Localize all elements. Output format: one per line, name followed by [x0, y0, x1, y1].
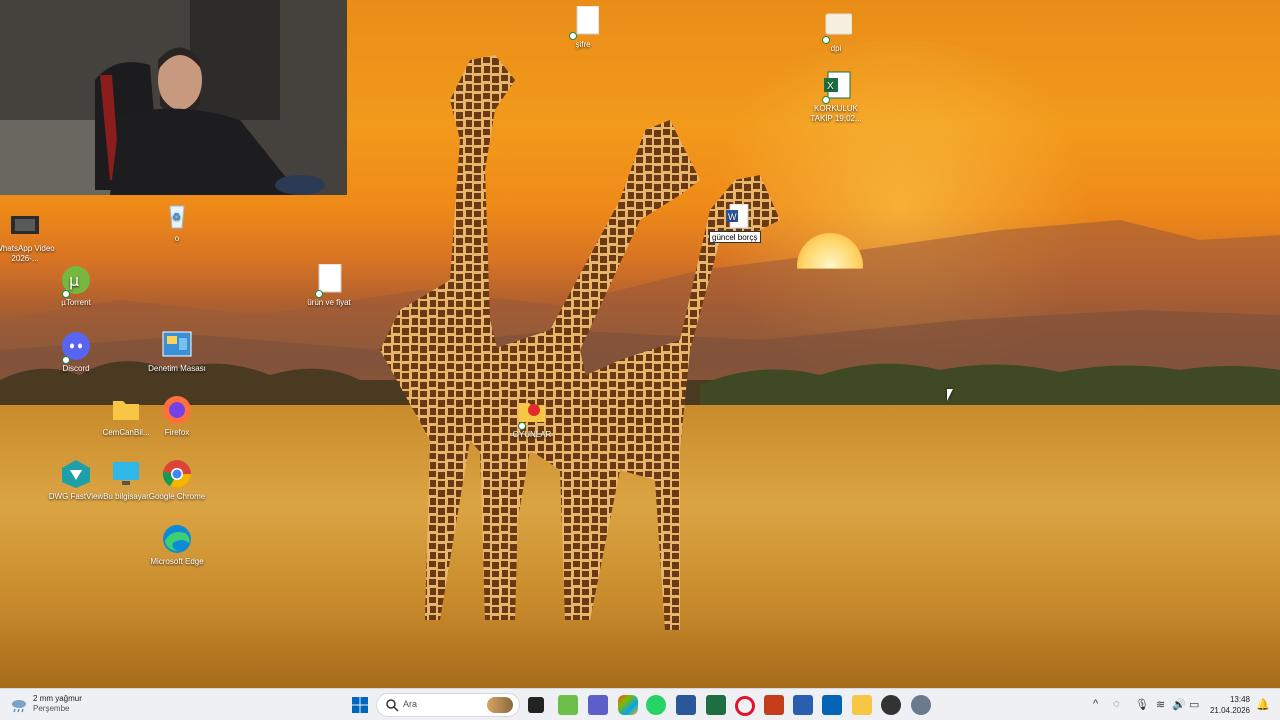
- control-panel-icon: [161, 330, 193, 362]
- start-button[interactable]: [350, 695, 370, 715]
- desktop-icon-utorrent[interactable]: µ µTorrent: [42, 264, 110, 308]
- desktop-icon-korkuluk[interactable]: X KORKULUK TAKİP 19.02...: [802, 70, 870, 124]
- taskbar-app-copilot[interactable]: [618, 695, 638, 715]
- taskbar-app-outlook[interactable]: [822, 695, 842, 715]
- desktop-icon-firefox[interactable]: Firefox: [143, 394, 211, 438]
- weather-text[interactable]: 2 mm yağmur Perşembe: [33, 694, 82, 714]
- taskbar-search[interactable]: Ara: [376, 693, 520, 717]
- desktop[interactable]: şifre dpi X KORKULUK TAKİP 19.02... What…: [0, 0, 1280, 688]
- text-file-icon: [313, 263, 345, 298]
- desktop-icon-denetim-masasi[interactable]: Denetim Masası: [143, 330, 211, 374]
- volume-icon[interactable]: 🔊: [1172, 698, 1186, 711]
- wifi-icon[interactable]: ≋: [1156, 698, 1165, 711]
- desktop-icon-oyunlar[interactable]: OYUNLAR: [498, 396, 566, 440]
- windows-logo-icon: [352, 697, 368, 713]
- desktop-icon-discord[interactable]: Discord: [42, 330, 110, 374]
- mouse-cursor: [947, 389, 953, 401]
- taskbar-app-recorder[interactable]: [881, 695, 901, 715]
- folder-icon: [820, 10, 853, 44]
- chrome-icon: [161, 458, 193, 490]
- svg-text:W: W: [728, 212, 737, 222]
- taskbar-app-opera[interactable]: [735, 696, 755, 716]
- svg-text:µ: µ: [69, 271, 79, 290]
- folder-icon: [110, 394, 142, 426]
- folder-icon: [516, 396, 548, 430]
- discord-icon: [60, 330, 92, 364]
- edge-icon: [161, 523, 193, 555]
- notification-icon[interactable]: 🔔: [1256, 698, 1270, 711]
- desktop-icon-google-chrome[interactable]: Google Chrome: [143, 458, 211, 502]
- rename-input[interactable]: [709, 231, 761, 243]
- svg-text:♻: ♻: [172, 212, 181, 223]
- desktop-icon-microsoft-edge[interactable]: Microsoft Edge: [143, 523, 211, 567]
- taskbar-app-whatsapp[interactable]: [646, 695, 666, 715]
- excel-file-icon: X: [820, 70, 852, 104]
- taskbar-app-word[interactable]: [676, 695, 696, 715]
- desktop-icon-recycle-bin[interactable]: ♻ o: [143, 200, 211, 244]
- recycle-bin-icon: ♻: [161, 200, 193, 232]
- firefox-icon: [161, 394, 193, 426]
- desktop-icon-urun-ve-fiyat[interactable]: ürün ve fiyat: [295, 263, 363, 308]
- text-file-icon: [567, 5, 600, 40]
- taskbar-app-file-explorer[interactable]: [852, 695, 872, 715]
- rain-cloud-icon: [12, 700, 26, 713]
- weather-widget[interactable]: [10, 696, 28, 719]
- taskbar: 2 mm yağmur Perşembe Ara ^ ◌ 🎙 ≋ 🔊 ▭ 13:…: [0, 688, 1280, 720]
- taskbar-app-settings[interactable]: [911, 695, 931, 715]
- chevron-up-icon[interactable]: ^: [1093, 698, 1098, 710]
- webcam-overlay: [0, 0, 347, 195]
- taskbar-app-notes[interactable]: [558, 695, 578, 715]
- desktop-icon-dpi[interactable]: dpi: [802, 10, 870, 54]
- svg-text:X: X: [827, 81, 834, 92]
- network-icon[interactable]: ◌: [1113, 698, 1120, 710]
- video-file-icon: [9, 210, 41, 242]
- taskbar-app-store[interactable]: [793, 695, 813, 715]
- computer-icon: [110, 458, 142, 490]
- desktop-icon-sifre[interactable]: şifre: [549, 5, 617, 50]
- search-highlight-image: [487, 697, 513, 713]
- taskbar-app-powerpoint[interactable]: [764, 695, 784, 715]
- clock[interactable]: 13:48 21.04.2026: [1208, 694, 1250, 716]
- dwg-fastview-icon: [60, 458, 92, 490]
- webcam-feed: [0, 0, 347, 195]
- task-view-button[interactable]: [528, 697, 544, 713]
- taskbar-app-excel[interactable]: [706, 695, 726, 715]
- giraffes-wallpaper: [380, 55, 780, 630]
- search-placeholder: Ara: [403, 699, 418, 709]
- battery-icon[interactable]: ▭: [1189, 698, 1199, 711]
- desktop-icon-whatsapp-video[interactable]: WhatsApp Video 2026-...: [0, 210, 59, 264]
- taskbar-app-teams[interactable]: [588, 695, 608, 715]
- microphone-icon[interactable]: 🎙: [1135, 698, 1149, 711]
- search-icon: [386, 699, 399, 712]
- utorrent-icon: µ: [60, 264, 92, 298]
